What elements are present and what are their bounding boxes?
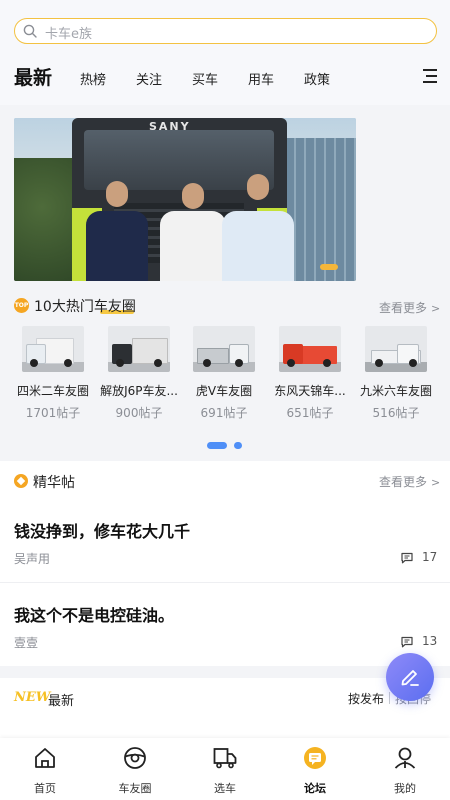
post-title: 钱没挣到，修车花大几千 [14, 522, 191, 541]
bottom-nav: 首页 车友圈 选车 论坛 我的 [0, 738, 450, 800]
circle-thumbnail [108, 326, 170, 372]
chevron-right-icon: > [431, 302, 441, 315]
circle-thumbnail [22, 326, 84, 372]
circle-thumbnail [193, 326, 255, 372]
menu-icon[interactable] [422, 68, 438, 84]
search-placeholder: 卡车e族 [45, 27, 92, 42]
nav-circles[interactable]: 车友圈 [90, 738, 180, 800]
post-item[interactable]: 我这个不是电控硅油。 壹壹 13 [0, 602, 450, 684]
circle-thumbnail [365, 326, 427, 372]
post-author: 吴声用 [14, 552, 51, 566]
post-item[interactable]: 钱没挣到，修车花大几千 吴声用 17 [0, 518, 450, 600]
person-left [86, 171, 148, 281]
comment-count: 13 [422, 634, 438, 648]
banner-indicator [320, 264, 338, 270]
category-tabs: 最新 热榜 关注 买车 用车 政策 [0, 60, 450, 96]
nav-forum[interactable]: 论坛 [270, 738, 360, 800]
tab-use-truck[interactable]: 用车 [248, 69, 274, 88]
tab-buy-truck[interactable]: 买车 [192, 69, 218, 88]
header: 卡车e族 最新 热榜 关注 买车 用车 政策 [0, 0, 450, 105]
divider [389, 692, 390, 704]
truck-icon [213, 748, 237, 769]
tab-hot[interactable]: 热榜 [80, 69, 106, 88]
search-icon [23, 24, 37, 38]
circle-item[interactable]: 虎V车友圈 691帖子 [184, 326, 264, 421]
nav-profile[interactable]: 我的 [360, 738, 450, 800]
user-icon [394, 747, 416, 769]
pencil-icon [401, 670, 419, 686]
search-bar[interactable]: 卡车e族 [14, 18, 437, 44]
compose-post-button[interactable] [386, 653, 434, 701]
circle-item[interactable]: 解放J6P车友... 900帖子 [99, 326, 179, 421]
new-badge: NEW [14, 690, 51, 705]
circle-thumbnail [279, 326, 341, 372]
banner-brand-text: SANY [149, 120, 191, 133]
top-badge-icon: TOP [14, 298, 29, 313]
nav-select-truck[interactable]: 选车 [180, 738, 270, 800]
circle-item[interactable]: 九米六车友圈 516帖子 [356, 326, 436, 421]
featured-title: 精华帖 [33, 475, 75, 491]
forum-icon [304, 747, 326, 769]
tab-following[interactable]: 关注 [136, 69, 162, 88]
post-author: 壹壹 [14, 636, 39, 650]
steering-wheel-icon [124, 747, 146, 769]
pager-dot[interactable] [234, 442, 242, 449]
person-center [160, 171, 226, 281]
latest-title: 最新 [48, 694, 75, 709]
post-title: 我这个不是电控硅油。 [14, 606, 175, 625]
person-right [222, 166, 294, 281]
sort-by-publish[interactable]: 按发布 [348, 690, 384, 707]
pager-dot-active[interactable] [207, 442, 227, 449]
comment-icon [401, 552, 413, 564]
tab-latest[interactable]: 最新 [12, 63, 54, 90]
hot-circles-more-link[interactable]: 查看更多 > [379, 299, 440, 316]
comment-count: 17 [422, 550, 438, 564]
chevron-right-icon: > [431, 476, 441, 489]
diamond-icon [14, 474, 28, 488]
comment-icon [401, 636, 413, 648]
circle-item[interactable]: 东风天锦车... 651帖子 [270, 326, 350, 421]
hot-circles-title: 10大热门车友圈 [34, 299, 136, 315]
divider [0, 582, 450, 583]
tab-policy[interactable]: 政策 [304, 69, 330, 88]
circle-item[interactable]: 四米二车友圈 1701帖子 [13, 326, 93, 421]
home-icon [35, 748, 55, 768]
featured-more-link[interactable]: 查看更多 > [379, 473, 440, 490]
banner-carousel[interactable]: SANY [14, 118, 356, 281]
nav-home[interactable]: 首页 [0, 738, 90, 800]
